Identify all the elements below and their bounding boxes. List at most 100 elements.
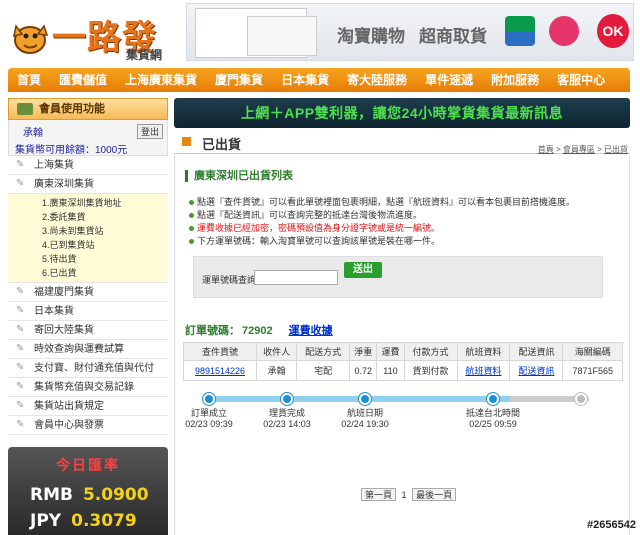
delivery-info-link[interactable]: 配送資訊	[509, 360, 564, 381]
sidebar-header: 會員使用功能	[8, 98, 168, 120]
sidebar-item-label: 會員中心與發票	[34, 420, 104, 431]
nav-home[interactable]: 首頁	[8, 68, 50, 92]
submenu-item-commission[interactable]: 2.委託集貨	[42, 210, 168, 224]
order-info: 訂單號碼： 72902 運費收據	[185, 322, 333, 338]
breadcrumb-home[interactable]: 首頁	[538, 145, 554, 154]
flight-info-link[interactable]: 航班資料	[456, 360, 511, 381]
pencil-icon: ✎	[16, 286, 25, 297]
step-time: 02/24 19:30	[341, 419, 389, 429]
submenu-item-shipped[interactable]: 6.已出貨	[42, 266, 168, 280]
nav-japan[interactable]: 日本集貨	[272, 68, 338, 92]
sidebar-item-guangdong[interactable]: ✎ 廣東深圳集貨	[8, 175, 168, 194]
submenu-item-not-arrived[interactable]: 3.尚未到集貨站	[42, 224, 168, 238]
sidebar-item-xiamen[interactable]: ✎ 福建廈門集貨	[8, 283, 168, 302]
nav-xiamen[interactable]: 廈門集貨	[206, 68, 272, 92]
site-header: 一路發 集貨網 淘寶購物 超商取貨 OK	[0, 0, 640, 68]
banner-thumbnail-2	[247, 16, 317, 56]
nav-shanghai-guangdong[interactable]: 上海廣東集貨	[116, 68, 206, 92]
table-cell: 0.72	[349, 360, 378, 381]
pencil-icon: ✎	[16, 305, 25, 316]
tracking-number-link[interactable]: 9891514226	[182, 360, 258, 381]
last-page-button[interactable]: 最後一頁	[412, 488, 457, 501]
column-header: 運費	[376, 342, 405, 361]
sidebar-item-japan[interactable]: ✎ 日本集貨	[8, 302, 168, 321]
promo-banner[interactable]: 上網＋APP雙利器，讓您24小時掌貨集貨最新訊息	[174, 98, 630, 128]
step-time: 02/23 09:39	[185, 419, 233, 429]
sidebar-item-label: 時效查詢與運費試算	[34, 344, 124, 355]
progress-step-dot	[281, 393, 293, 405]
waybill-query-box: 運單號碼查詢 送出	[193, 256, 603, 298]
title-bullet-icon	[182, 137, 191, 146]
first-page-button[interactable]: 第一頁	[361, 488, 397, 501]
order-number: 72902	[242, 325, 273, 337]
rate-rmb-value: 5.0900	[82, 485, 149, 505]
table-cell: 宅配	[296, 360, 351, 381]
banner-text-shopping: 淘寶購物	[337, 27, 405, 46]
watermark-id: #2656542	[587, 519, 636, 531]
hilife-logo-icon	[549, 16, 579, 46]
site-logo[interactable]: 一路發 集貨網	[8, 4, 178, 64]
breadcrumb-member[interactable]: 會員專區	[563, 145, 595, 154]
step-name: 訂單成立	[190, 408, 227, 418]
order-label: 訂單號碼：	[185, 325, 240, 337]
progress-step-dot	[203, 393, 215, 405]
nav-single-express[interactable]: 單件速遞	[416, 68, 482, 92]
sidebar-item-shanghai[interactable]: ✎ 上海集貨	[8, 156, 168, 175]
sidebar-item-mainland[interactable]: ✎ 寄回大陸集貨	[8, 321, 168, 340]
sidebar-item-label: 寄回大陸集貨	[34, 325, 94, 336]
sidebar-item-rules[interactable]: ✎ 集貨站出貨規定	[8, 397, 168, 416]
progress-step-label: 訂單成立 02/23 09:39	[174, 408, 244, 430]
sidebar-item-timing-shipping[interactable]: ✎ 時效查詢與運費試算	[8, 340, 168, 359]
query-submit-button[interactable]: 送出	[344, 262, 382, 278]
table-cell: 承翰	[256, 360, 298, 381]
pencil-icon: ✎	[16, 178, 25, 189]
nav-addon-service[interactable]: 附加服務	[482, 68, 548, 92]
pencil-icon: ✎	[16, 159, 25, 170]
logo-subtitle: 集貨網	[126, 48, 163, 62]
sidebar-item-alipay[interactable]: ✎ 支付寶、財付通充值與代付	[8, 359, 168, 378]
shipment-table: 查件貨號 收件人 配送方式 淨重 運費 付款方式 航班資料 配送資訊 海關編碼 …	[182, 342, 623, 381]
nav-topup[interactable]: 匯費儲值	[50, 68, 116, 92]
sidebar-item-coin-records[interactable]: ✎ 集貨幣充值與交易記錄	[8, 378, 168, 397]
exchange-rate-box: 今日匯率 RMB 5.0900 JPY 0.3079	[8, 447, 168, 535]
fee-receipt-link[interactable]: 運費收據	[289, 325, 333, 337]
query-label: 運單號碼查詢	[202, 275, 257, 285]
pagination: 第一頁 1 最後一頁	[361, 488, 457, 501]
sidebar-item-label: 支付寶、財付通充值與代付	[34, 363, 154, 374]
column-header: 航班資料	[456, 342, 511, 361]
nav-customer-service[interactable]: 客服中心	[548, 68, 614, 92]
pencil-icon: ✎	[16, 381, 25, 392]
waybill-input[interactable]	[254, 270, 338, 285]
column-header: 淨重	[349, 342, 378, 361]
rate-title: 今日匯率	[56, 457, 120, 473]
pencil-icon: ✎	[16, 362, 25, 373]
column-header: 收件人	[256, 342, 298, 361]
progress-step-label: 理貨完成 02/23 14:03	[252, 408, 322, 430]
instruction-note: 下方運單號碼：輸入淘寶單號可以查詢該單號是裝在哪一件。	[189, 235, 609, 248]
step-name: 抵達台北時間	[465, 408, 520, 418]
nav-mainland-service[interactable]: 寄大陸服務	[338, 68, 416, 92]
sidebar-item-label: 福建廈門集貨	[34, 287, 94, 298]
rate-rmb-label: RMB	[30, 485, 73, 505]
sidebar-item-member-invoice[interactable]: ✎ 會員中心與發票	[8, 416, 168, 435]
dog-mascot-icon	[13, 24, 49, 54]
progress-step-label: 抵達台北時間 02/25 09:59	[458, 408, 528, 430]
submenu-item-pending[interactable]: 5.待出貨	[42, 252, 168, 266]
table-cell: 7871F565	[562, 360, 623, 381]
instruction-note: 點選『查件貨號』可以看此單號裡面包裹明細，點選『航班資料』可以看本包裹目前搭機進…	[189, 196, 609, 209]
sidebar-item-label: 廣東深圳集貨	[34, 179, 94, 190]
submenu-item-arrived[interactable]: 4.已到集貨站	[42, 238, 168, 252]
breadcrumb-current[interactable]: 已出貨	[604, 145, 628, 154]
instruction-note: 點選『配送資訊』可以查詢完整的抵達台灣後物流進度。	[189, 209, 609, 222]
logout-button[interactable]: 登出	[136, 124, 163, 139]
rate-jpy-value: 0.3079	[71, 511, 137, 531]
banner-text-pickup: 超商取貨	[419, 27, 487, 46]
current-page: 1	[401, 490, 407, 500]
progress-step-dot	[359, 393, 371, 405]
column-header: 查件貨號	[182, 342, 258, 361]
header-banner[interactable]: 淘寶購物 超商取貨 OK	[186, 3, 634, 61]
progress-step-label: 航班日期 02/24 19:30	[330, 408, 400, 430]
sidebar-item-label: 集貨幣充值與交易記錄	[34, 382, 134, 393]
submenu-item-address[interactable]: 1.廣東深圳集貨地址	[42, 196, 168, 210]
member-sidebar: 會員使用功能 承翰 集貨幣可用餘額：1000元 登出 ✎ 上海集貨 ✎ 廣東深圳集貨…	[8, 98, 168, 435]
